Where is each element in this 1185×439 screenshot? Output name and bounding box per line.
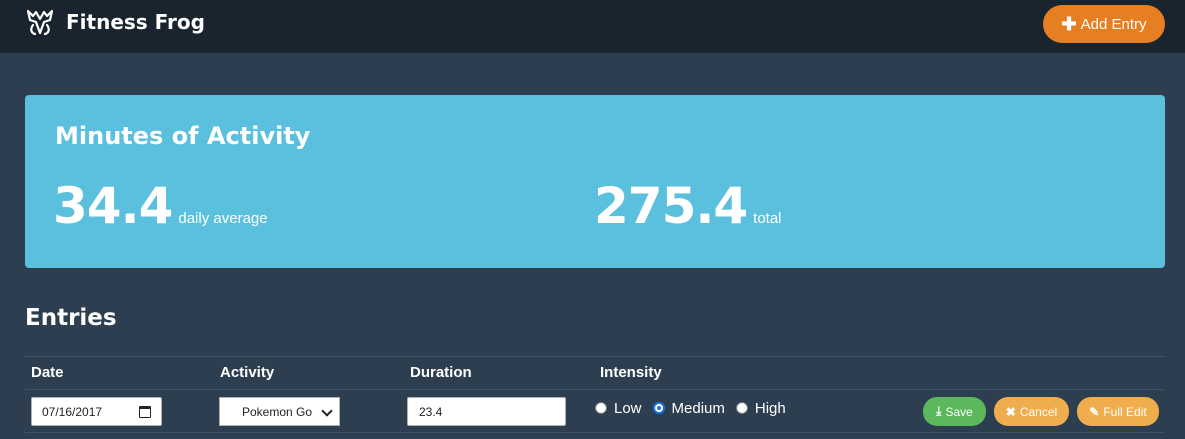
intensity-label-medium: Medium bbox=[671, 399, 725, 417]
table-row-divider bbox=[25, 432, 1165, 433]
column-header-date: Date bbox=[31, 364, 64, 381]
total-label: total bbox=[753, 210, 782, 227]
radio-low[interactable] bbox=[595, 402, 607, 414]
intensity-label-low: Low bbox=[614, 399, 642, 417]
plus-icon: ✚ bbox=[1061, 14, 1077, 34]
column-header-intensity: Intensity bbox=[600, 364, 662, 381]
intensity-option-medium[interactable]: Medium bbox=[652, 399, 725, 417]
save-label: Save bbox=[945, 404, 973, 419]
intensity-label-high: High bbox=[754, 399, 786, 417]
activity-stats-panel: Minutes of Activity 34.4 daily average 2… bbox=[25, 95, 1165, 268]
duration-field[interactable]: 23.4 bbox=[407, 397, 566, 426]
close-icon: ✖ bbox=[1005, 404, 1016, 419]
chevron-down-icon bbox=[321, 405, 333, 417]
full-edit-button[interactable]: ✎ Full Edit bbox=[1077, 397, 1159, 426]
total-value: 275.4 bbox=[594, 177, 748, 235]
date-field[interactable]: 07/16/2017 bbox=[31, 397, 162, 426]
daily-average-label: daily average bbox=[178, 210, 268, 227]
duration-value: 23.4 bbox=[419, 404, 443, 419]
full-edit-label: Full Edit bbox=[1103, 404, 1147, 419]
radio-high[interactable] bbox=[735, 402, 748, 414]
download-icon: ⤓ bbox=[936, 404, 942, 418]
entries-heading: Entries bbox=[25, 305, 117, 331]
cancel-label: Cancel bbox=[1019, 404, 1058, 419]
save-button[interactable]: ⤓ Save bbox=[923, 397, 986, 426]
add-entry-button[interactable]: ✚ Add Entry bbox=[1043, 5, 1165, 43]
radio-medium[interactable] bbox=[652, 402, 665, 414]
frog-logo-icon bbox=[26, 9, 54, 36]
total-stat: 275.4 total bbox=[594, 177, 782, 235]
intensity-option-high[interactable]: High bbox=[735, 399, 786, 417]
daily-average-value: 34.4 bbox=[53, 177, 173, 235]
daily-average-stat: 34.4 daily average bbox=[53, 177, 268, 235]
cancel-button[interactable]: ✖ Cancel bbox=[994, 397, 1069, 426]
add-entry-label: Add Entry bbox=[1080, 15, 1147, 33]
edit-icon: ✎ bbox=[1089, 404, 1100, 419]
activity-value: Pokemon Go bbox=[242, 404, 313, 419]
stats-title: Minutes of Activity bbox=[55, 122, 311, 150]
brand[interactable]: Fitness Frog bbox=[24, 7, 205, 37]
calendar-icon[interactable] bbox=[139, 406, 151, 418]
table-top-divider bbox=[25, 356, 1165, 357]
activity-select[interactable]: Pokemon Go bbox=[219, 397, 340, 426]
column-header-activity: Activity bbox=[220, 364, 275, 381]
column-header-duration: Duration bbox=[410, 364, 472, 381]
intensity-radio-group: Low Medium High bbox=[595, 399, 797, 417]
date-value: 07/16/2017 bbox=[42, 404, 103, 419]
top-navbar: Fitness Frog ✚ Add Entry bbox=[0, 0, 1185, 53]
intensity-option-low[interactable]: Low bbox=[595, 400, 642, 417]
table-header-divider bbox=[25, 389, 1165, 390]
app-title: Fitness Frog bbox=[66, 10, 205, 34]
